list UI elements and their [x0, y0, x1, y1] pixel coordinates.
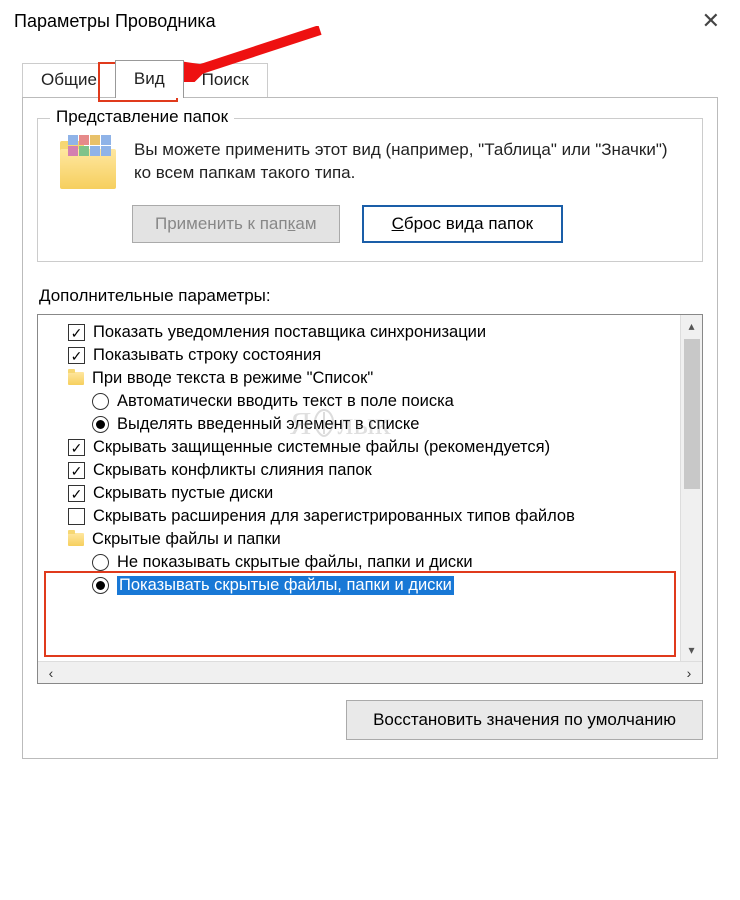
tab-strip: Общие Вид Поиск [0, 40, 740, 97]
scroll-right-icon[interactable]: › [676, 665, 702, 681]
advanced-settings-list: Показать уведомления поставщика синхрони… [37, 314, 703, 684]
window-title: Параметры Проводника [14, 11, 216, 32]
folder-icon [68, 533, 84, 546]
list-item[interactable]: Скрывать конфликты слияния папок [38, 459, 702, 482]
list-item[interactable]: Скрывать расширения для зарегистрированн… [38, 505, 702, 528]
radio-icon[interactable] [92, 554, 109, 571]
tab-general[interactable]: Общие [22, 63, 116, 97]
list-item[interactable]: Не показывать скрытые файлы, папки и дис… [38, 551, 702, 574]
list-item[interactable]: Показать уведомления поставщика синхрони… [38, 321, 702, 344]
vertical-scrollbar[interactable]: ▴ ▾ [680, 315, 702, 661]
folder-views-description: Вы можете применить этот вид (например, … [134, 139, 682, 185]
scroll-up-icon[interactable]: ▴ [681, 315, 702, 337]
list-item[interactable]: Показывать скрытые файлы, папки и диски [38, 574, 702, 597]
restore-defaults-button[interactable]: Восстановить значения по умолчанию [346, 700, 703, 740]
radio-icon[interactable] [92, 393, 109, 410]
folder-views-group: Представление папок Вы можете применить … [37, 118, 703, 262]
list-item[interactable]: Скрывать защищенные системные файлы (рек… [38, 436, 702, 459]
tab-view[interactable]: Вид [115, 60, 184, 98]
checkbox-icon[interactable] [68, 462, 85, 479]
list-item[interactable]: Скрывать пустые диски [38, 482, 702, 505]
apply-to-folders-button: Применить к папкамПрименить к папкам [132, 205, 340, 243]
checkbox-icon[interactable] [68, 347, 85, 364]
radio-icon[interactable] [92, 577, 109, 594]
scrollbar-thumb[interactable] [684, 339, 700, 489]
list-item[interactable]: Выделять введенный элемент в списке [38, 413, 702, 436]
list-item[interactable]: Автоматически вводить текст в поле поиск… [38, 390, 702, 413]
checkbox-icon[interactable] [68, 485, 85, 502]
folder-views-legend: Представление папок [50, 107, 234, 127]
tab-panel-view: Представление папок Вы можете применить … [22, 97, 718, 759]
close-icon[interactable]: ✕ [696, 8, 726, 34]
checkbox-icon[interactable] [68, 508, 85, 525]
horizontal-scrollbar[interactable]: ‹ › [38, 661, 702, 683]
radio-icon[interactable] [92, 416, 109, 433]
checkbox-icon[interactable] [68, 324, 85, 341]
scroll-down-icon[interactable]: ▾ [681, 639, 702, 661]
scroll-left-icon[interactable]: ‹ [38, 665, 64, 681]
list-item[interactable]: Скрытые файлы и папки [38, 528, 702, 551]
list-item[interactable]: При вводе текста в режиме "Список" [38, 367, 702, 390]
tab-search[interactable]: Поиск [183, 63, 268, 97]
folder-icon [68, 372, 84, 385]
list-item[interactable]: Показывать строку состояния [38, 344, 702, 367]
checkbox-icon[interactable] [68, 439, 85, 456]
reset-folders-button[interactable]: Сброс вида папокСброс вида папок [362, 205, 564, 243]
folder-icon [60, 139, 116, 189]
advanced-settings-label: Дополнительные параметры: [39, 286, 701, 306]
